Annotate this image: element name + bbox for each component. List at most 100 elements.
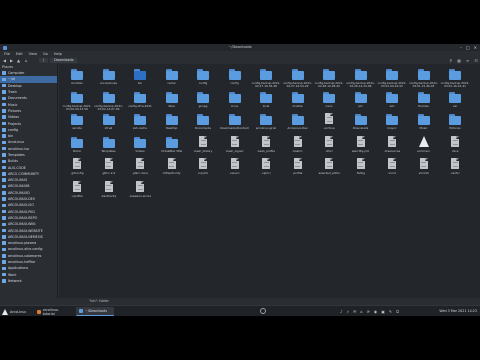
folder-item[interactable]: cache (157, 68, 187, 85)
title-bar[interactable]: ~/Downloads – □ ✕ (0, 44, 480, 51)
folder-item[interactable]: Downloads (346, 113, 376, 130)
file-item[interactable]: .profile (283, 158, 313, 175)
file-item[interactable]: .viminfo (409, 158, 439, 175)
folder-item[interactable]: config-backup-2021-03-02-14-07-09 (94, 91, 124, 112)
maximize-icon[interactable]: □ (466, 44, 470, 51)
folder-item[interactable]: local (251, 91, 281, 108)
tray-icon[interactable]: ♪ (340, 309, 342, 314)
compact-view-icon[interactable]: ☷ (474, 57, 478, 64)
folder-item[interactable]: config (188, 68, 218, 85)
folder-icon (2, 254, 6, 258)
up-icon[interactable]: ▲ (17, 57, 20, 64)
taskbar-window-button[interactable]: ~/Downloads (76, 307, 114, 316)
folder-item[interactable]: var (440, 91, 470, 108)
folder-item[interactable]: nano (314, 91, 344, 108)
folder-item[interactable]: config-backup-2021-02-27-16-34-48 (251, 68, 281, 89)
file-item[interactable]: arcolinux (409, 135, 439, 153)
home-icon[interactable]: ⌂ (25, 57, 28, 64)
file-icon (292, 135, 304, 148)
folder-item[interactable]: config-backup-2021-03-01-09-24-52 (377, 68, 407, 89)
folder-item[interactable]: config-backup-2021-03-01-15-46-03 (409, 68, 439, 89)
folder-item[interactable]: Videos (125, 136, 155, 153)
tray-icon[interactable]: ◉ (374, 309, 377, 314)
folder-item[interactable]: Desktop (157, 113, 187, 130)
folder-item[interactable]: arcolinux-grub (251, 113, 281, 130)
folder-item[interactable]: arc-backups (94, 68, 124, 85)
file-item[interactable]: alacritty.yml (346, 135, 376, 153)
folder-item[interactable]: pki (346, 91, 376, 108)
folder-item[interactable]: ArcoDev (62, 68, 92, 85)
file-item[interactable]: .vimrc (377, 158, 407, 175)
file-item[interactable]: .xsession-errors (125, 180, 155, 198)
list-view-icon[interactable]: ≡ (466, 57, 469, 64)
folder-item[interactable]: config-backup-2021-03-01-16-22-41 (440, 68, 470, 89)
folder-item[interactable]: dbus (157, 91, 187, 108)
folder-item[interactable]: themes (409, 91, 439, 108)
search-icon[interactable] (260, 308, 266, 314)
sidebar-item[interactable]: Network (0, 278, 57, 284)
tray-icon[interactable]: ⟳ (367, 309, 370, 314)
folder-item[interactable]: Insync (377, 113, 407, 130)
file-item[interactable]: .archive (314, 113, 344, 130)
file-item[interactable]: .bash_profile (251, 135, 281, 153)
folder-item[interactable]: ssh (377, 91, 407, 108)
folder-item[interactable]: config-backup-2021-02-28-14-24-08 (346, 68, 376, 89)
folder-body (449, 93, 461, 103)
file-item[interactable]: .dmrc (314, 135, 344, 153)
folder-item[interactable]: ArcoLinux-Dev (283, 113, 313, 130)
tray-icon[interactable]: ▣ (381, 309, 385, 314)
folder-item[interactable]: icons (220, 91, 250, 108)
back-icon[interactable]: ◀ (3, 57, 6, 64)
folder-item[interactable]: Music (409, 113, 439, 130)
forward-icon[interactable]: ▶ (10, 57, 13, 64)
path-segment[interactable]: / (39, 58, 49, 63)
file-item[interactable]: .gtkrc.mine (125, 158, 155, 175)
folder-item[interactable]: config-backup-2021-03-02-09-13-56 (62, 91, 92, 112)
file-item[interactable]: .xinitrc (440, 158, 470, 175)
folder-item[interactable]: Pictures (440, 113, 470, 130)
folder-item[interactable]: gnupg (188, 91, 218, 108)
tray-icon[interactable]: ✎ (389, 309, 392, 314)
tray-icon[interactable]: ⚡ (346, 309, 349, 314)
file-item[interactable]: .bash_logout (220, 135, 250, 153)
file-item[interactable]: .selected_editor (314, 158, 344, 175)
icon-view-icon[interactable]: ▦ (457, 57, 461, 64)
folder-item[interactable]: config-backup-2021-02-27-16-54-29 (283, 68, 313, 89)
folder-item[interactable]: config-backup-2021-02-28-10-28-45 (314, 68, 344, 89)
file-item[interactable]: .fehbg (346, 158, 376, 175)
tray-icon[interactable]: ⏻ (396, 309, 399, 314)
tray-icon[interactable]: ⌂ (360, 309, 362, 314)
folder-item[interactable]: DownloadedContent (220, 113, 250, 130)
folder-item[interactable]: Public (62, 136, 92, 153)
folder-item[interactable]: Templates (94, 136, 124, 153)
folder-item[interactable]: VirtualBox VMs (157, 136, 187, 153)
tray-icon[interactable]: ✉ (353, 309, 356, 314)
file-item[interactable]: .face (440, 135, 470, 153)
folder-item[interactable]: Documents (188, 113, 218, 130)
close-icon[interactable]: ✕ (474, 44, 477, 51)
folder-item[interactable]: config-xfce-2021 (125, 91, 155, 108)
taskbar-window-button[interactable]: arcolinux-tutorial (34, 307, 72, 316)
folder-item[interactable]: config (220, 68, 250, 85)
file-item[interactable]: .Xauthority (94, 180, 124, 198)
file-item[interactable]: .npmrc (251, 158, 281, 175)
search-icon[interactable]: ⚲ (449, 57, 452, 64)
file-item[interactable]: .ICEauthority (157, 158, 187, 175)
file-item[interactable]: .gtkrc-2.0 (94, 158, 124, 175)
folder-item[interactable]: mozilla (283, 91, 313, 108)
minimize-icon[interactable]: – (460, 44, 462, 51)
start-menu-button[interactable]: ArcoLinux (2, 307, 26, 316)
file-item[interactable]: .gitconfig (62, 158, 92, 175)
folder-item[interactable]: zsh-cache (125, 113, 155, 130)
file-item[interactable]: .inputrc (188, 158, 218, 175)
file-item[interactable]: .nanorc (220, 158, 250, 175)
folder-item[interactable]: bin (125, 68, 155, 85)
folder-item[interactable]: xfce4 (94, 113, 124, 130)
folder-item[interactable]: vscode (62, 113, 92, 130)
path-segment[interactable]: Downloads (50, 58, 78, 63)
clock[interactable]: Wed 3 Mar 2021 14:23 (439, 306, 477, 317)
file-item[interactable]: .bashrc (283, 135, 313, 153)
file-item[interactable]: .bash_history (188, 135, 218, 153)
file-item[interactable]: .xprofile (62, 180, 92, 198)
file-item[interactable]: .Xresources (377, 135, 407, 153)
